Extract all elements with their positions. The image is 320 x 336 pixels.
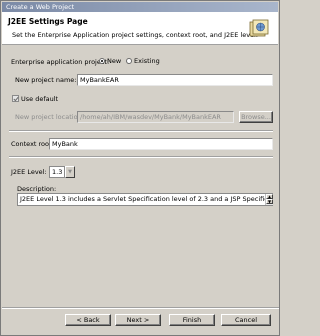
separator <box>9 130 273 132</box>
description-label: Description: <box>17 185 57 193</box>
finish-button[interactable]: Finish <box>169 314 215 326</box>
ear-project-label: Enterprise application project: <box>11 58 110 66</box>
scroll-down-icon[interactable]: ▼ <box>266 199 273 204</box>
j2ee-level-label: J2EE Level: <box>11 168 47 176</box>
ear-new-radio[interactable]: New <box>99 57 121 65</box>
separator <box>9 156 273 158</box>
wizard-window: Create a Web Project J2EE Settings Page … <box>0 0 280 336</box>
j2ee-level-combo[interactable]: 1.3 ▼ <box>49 166 75 178</box>
chevron-down-icon[interactable]: ▼ <box>65 166 75 178</box>
radio-selected-icon <box>99 58 105 64</box>
page-title: J2EE Settings Page <box>8 17 88 26</box>
next-button[interactable]: Next > <box>115 314 161 326</box>
description-scrollbar[interactable]: ▲ ▼ <box>265 194 273 205</box>
back-button[interactable]: < Back <box>65 314 111 326</box>
project-location-field[interactable]: /home/ah/IBM/wasdev/MyBank/MyBankEAR <box>77 111 234 123</box>
page-description: Set the Enterprise Application project s… <box>12 31 258 39</box>
ear-existing-label: Existing <box>134 57 160 65</box>
project-name-label: New project name: <box>15 76 77 84</box>
use-default-checkbox[interactable] <box>12 95 19 102</box>
ear-new-label: New <box>107 57 122 65</box>
project-location-label: New project location: <box>15 113 84 121</box>
j2ee-description-box[interactable]: J2EE Level 1.3 includes a Servlet Specif… <box>17 193 273 206</box>
window-title: Create a Web Project <box>2 2 278 12</box>
context-root-label: Context root: <box>11 140 54 148</box>
footer-separator <box>2 307 279 309</box>
cancel-button[interactable]: Cancel <box>221 314 271 326</box>
ear-existing-radio[interactable]: Existing <box>126 57 160 65</box>
project-name-field[interactable]: MyBankEAR <box>77 74 273 86</box>
browse-button[interactable]: Browse... <box>239 111 273 123</box>
wizard-banner: J2EE Settings Page Set the Enterprise Ap… <box>2 12 278 45</box>
j2ee-description-text: J2EE Level 1.3 includes a Servlet Specif… <box>20 195 273 203</box>
checkmark-icon <box>13 96 19 102</box>
radio-unselected-icon <box>126 58 132 64</box>
web-project-icon <box>249 19 269 37</box>
use-default-label: Use default <box>21 95 59 103</box>
j2ee-level-value: 1.3 <box>49 166 65 178</box>
context-root-field[interactable]: MyBank <box>49 138 273 150</box>
